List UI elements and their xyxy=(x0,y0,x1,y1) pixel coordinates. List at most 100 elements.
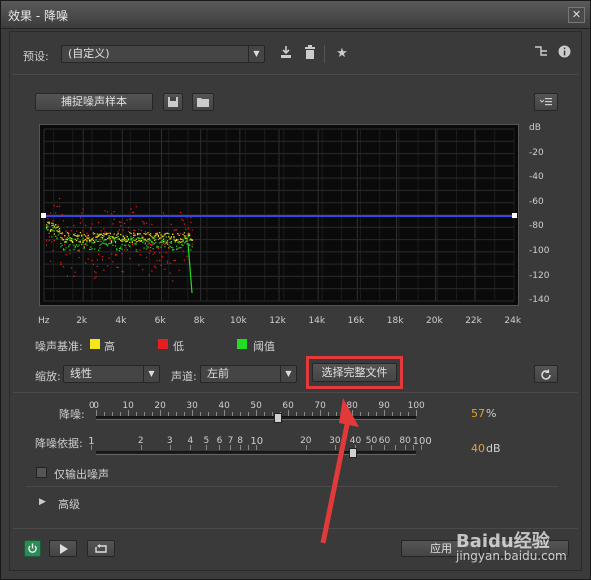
threshold-dot xyxy=(143,247,145,249)
high-noise-dot xyxy=(165,241,167,243)
save-noise-print-icon[interactable] xyxy=(163,93,183,111)
star-icon[interactable]: ★ xyxy=(332,45,352,63)
low-noise-dot xyxy=(114,253,117,256)
high-noise-dot xyxy=(137,234,139,236)
channel-value: 左前 xyxy=(207,367,229,380)
threshold-dot xyxy=(88,241,91,243)
high-noise-dot xyxy=(57,226,59,228)
advanced-label[interactable]: 高级 xyxy=(58,496,80,512)
threshold-dot xyxy=(61,244,63,246)
low-noise-dot xyxy=(142,269,144,271)
high-noise-dot xyxy=(117,233,119,235)
reduction-slider-thumb[interactable] xyxy=(274,413,283,423)
menu-icon[interactable] xyxy=(534,93,558,111)
low-noise-dot xyxy=(99,240,101,242)
low-noise-dot xyxy=(170,242,172,245)
preset-dropdown[interactable]: (自定义) ▼ xyxy=(61,45,265,63)
threshold-dot xyxy=(150,246,152,249)
high-noise-dot xyxy=(126,240,128,242)
low-noise-dot xyxy=(133,229,135,231)
threshold-dot xyxy=(116,248,118,250)
low-noise-dot xyxy=(152,253,154,255)
threshold-dot xyxy=(85,243,87,245)
channel-dropdown[interactable]: 左前 ▼ xyxy=(200,365,297,383)
threshold-dot xyxy=(91,242,93,244)
routing-icon[interactable] xyxy=(531,45,551,63)
threshold-dot xyxy=(55,227,57,229)
capture-noise-print-button[interactable]: 捕捉噪声样本 xyxy=(35,93,153,111)
high-noise-dot xyxy=(72,240,74,243)
low-noise-dot xyxy=(139,254,141,256)
low-noise-dot xyxy=(66,226,68,228)
low-noise-dot xyxy=(125,247,127,249)
low-noise-dot xyxy=(118,229,120,231)
play-icon[interactable] xyxy=(49,540,77,557)
high-noise-dot xyxy=(177,239,179,241)
threshold-dot xyxy=(56,238,58,240)
section-divider xyxy=(13,74,578,75)
high-noise-dot xyxy=(116,234,118,236)
threshold-dot xyxy=(135,243,137,245)
low-noise-dot xyxy=(56,236,58,238)
high-noise-dot xyxy=(131,241,133,244)
high-noise-dot xyxy=(82,240,84,242)
threshold-dot xyxy=(47,226,49,228)
low-noise-dot xyxy=(52,250,54,252)
low-noise-dot xyxy=(163,212,165,214)
high-noise-dot xyxy=(122,235,124,237)
threshold-dot xyxy=(98,240,100,243)
high-noise-dot xyxy=(60,236,62,239)
threshold-dot xyxy=(137,237,139,239)
save-preset-icon[interactable] xyxy=(276,45,296,63)
db-tick-label: -140 xyxy=(529,295,550,306)
low-noise-dot xyxy=(187,228,189,230)
threshold-dot xyxy=(155,239,157,241)
high-noise-dot xyxy=(147,232,149,234)
info-icon[interactable] xyxy=(554,45,574,63)
high-noise-dot xyxy=(159,232,161,234)
low-noise-dot xyxy=(150,243,152,246)
delete-preset-icon[interactable] xyxy=(300,45,320,63)
low-noise-dot xyxy=(100,240,102,243)
high-noise-dot xyxy=(179,241,182,243)
reduction-tick-mark xyxy=(416,410,417,416)
expand-triangle-icon[interactable]: ▶ xyxy=(39,497,46,507)
threshold-dot xyxy=(51,236,53,238)
reduction-value[interactable]: 57 xyxy=(471,407,485,420)
loop-icon[interactable] xyxy=(87,540,115,557)
high-noise-dot xyxy=(101,236,104,239)
low-noise-dot xyxy=(65,254,67,256)
low-noise-dot xyxy=(129,218,131,220)
noise-graph[interactable] xyxy=(39,124,519,306)
title-bar: 效果 - 降噪 ✕ xyxy=(1,1,590,29)
select-entire-file-button[interactable]: 选择完整文件 xyxy=(312,363,397,382)
low-noise-dot xyxy=(122,229,124,231)
power-toggle-icon[interactable] xyxy=(24,540,41,557)
high-noise-dot xyxy=(59,230,61,232)
open-folder-icon[interactable] xyxy=(192,93,214,111)
low-noise-dot xyxy=(112,223,114,225)
threshold-dot xyxy=(182,240,184,243)
low-noise-dot xyxy=(129,258,131,260)
low-noise-dot xyxy=(120,225,122,227)
reset-icon[interactable] xyxy=(534,365,558,383)
scale-dropdown[interactable]: 线性 ▼ xyxy=(63,365,160,383)
high-noise-dot xyxy=(155,233,157,235)
low-noise-dot xyxy=(79,222,81,224)
output-noise-only-label: 仅输出噪声 xyxy=(54,468,109,481)
high-noise-dot xyxy=(160,241,162,243)
high-noise-dot xyxy=(156,233,158,235)
threshold-dot xyxy=(118,249,120,252)
low-noise-dot xyxy=(131,211,133,213)
threshold-dot xyxy=(146,245,148,247)
reduce-by-value[interactable]: 40 xyxy=(471,442,485,455)
low-noise-dot xyxy=(64,244,66,246)
low-noise-dot xyxy=(116,254,118,256)
low-noise-dot xyxy=(135,206,137,208)
low-noise-dot xyxy=(181,218,183,220)
low-noise-dot xyxy=(135,250,137,253)
low-noise-dot xyxy=(86,232,88,234)
threshold-dot xyxy=(174,241,176,243)
output-noise-only-checkbox[interactable] xyxy=(36,467,47,478)
close-button[interactable]: ✕ xyxy=(568,7,585,23)
